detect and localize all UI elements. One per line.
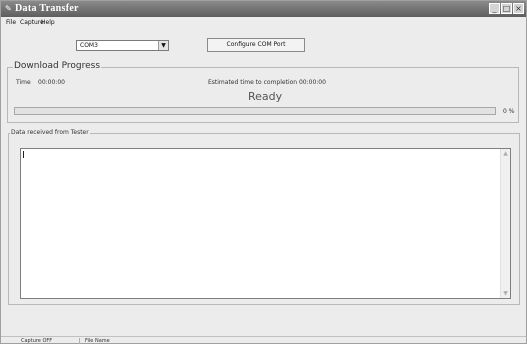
minimize-button[interactable]: _ [489, 3, 500, 14]
close-button[interactable]: × [513, 3, 524, 14]
maximize-button[interactable]: □ [501, 3, 512, 14]
data-transfer-window: ✎ Data Transfer _ □ × File Capture Help … [0, 0, 527, 344]
time-label: Time [16, 79, 31, 86]
configure-com-port-button[interactable]: Configure COM Port [207, 38, 305, 52]
progress-percent: 0 % [503, 108, 515, 115]
vertical-scrollbar[interactable]: ▲ ▼ [500, 149, 510, 298]
received-data-textarea[interactable]: ▲ ▼ [20, 148, 511, 299]
scroll-up-icon[interactable]: ▲ [501, 149, 510, 158]
com-port-value: COM3 [80, 42, 98, 49]
data-received-label: Data received from Tester [10, 128, 90, 137]
eta-text: Estimated time to completion 00:00:00 [208, 79, 326, 86]
status-ready: Ready [248, 90, 283, 103]
wrench-icon: ✎ [5, 4, 12, 13]
menu-file[interactable]: File [6, 18, 16, 28]
title-bar[interactable]: ✎ Data Transfer _ □ × [1, 1, 526, 17]
scroll-down-icon[interactable]: ▼ [501, 289, 510, 298]
com-port-select[interactable]: COM3 ▼ [76, 40, 169, 51]
menu-help[interactable]: Help [41, 18, 55, 28]
window-title: Data Transfer [15, 3, 79, 14]
chevron-down-icon[interactable]: ▼ [158, 41, 168, 50]
menu-bar: File Capture Help [1, 18, 526, 28]
status-separator [79, 338, 80, 344]
time-value: 00:00:00 [38, 79, 65, 86]
download-progress-bar [14, 107, 496, 115]
download-progress-label: Download Progress [13, 61, 102, 72]
text-caret [23, 151, 24, 158]
